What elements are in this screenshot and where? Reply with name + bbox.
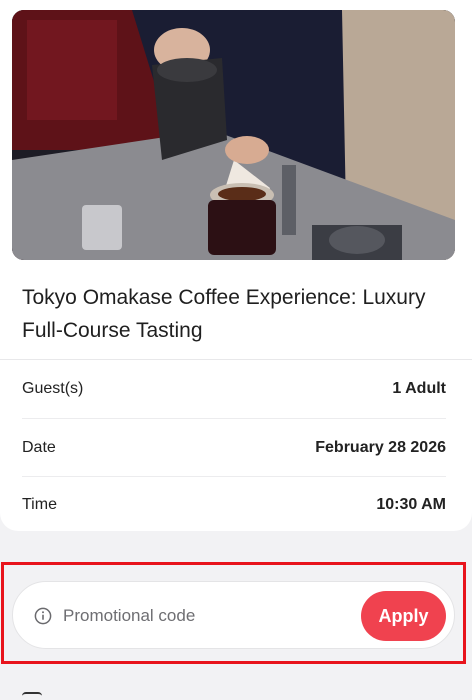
promo-code-bar: Apply — [12, 581, 455, 649]
date-label: Date — [22, 439, 56, 456]
guests-value: 1 Adult — [392, 380, 446, 397]
guests-label: Guest(s) — [22, 380, 84, 397]
guests-row: Guest(s) 1 Adult — [22, 360, 446, 418]
info-icon — [34, 607, 52, 625]
product-image — [12, 10, 455, 260]
time-value: 10:30 AM — [376, 496, 446, 513]
date-row: Date February 28 2026 — [22, 419, 446, 477]
next-section-peek — [22, 692, 42, 700]
apply-button[interactable]: Apply — [361, 591, 446, 641]
product-title: Tokyo Omakase Coffee Experience: Luxury … — [22, 286, 426, 342]
booking-summary-card: Tokyo Omakase Coffee Experience: Luxury … — [0, 0, 472, 531]
promo-code-input[interactable] — [63, 600, 343, 632]
coffee-pour-photo — [12, 10, 455, 260]
date-value: February 28 2026 — [315, 439, 446, 456]
time-label: Time — [22, 496, 57, 513]
time-row: Time 10:30 AM — [22, 476, 446, 534]
